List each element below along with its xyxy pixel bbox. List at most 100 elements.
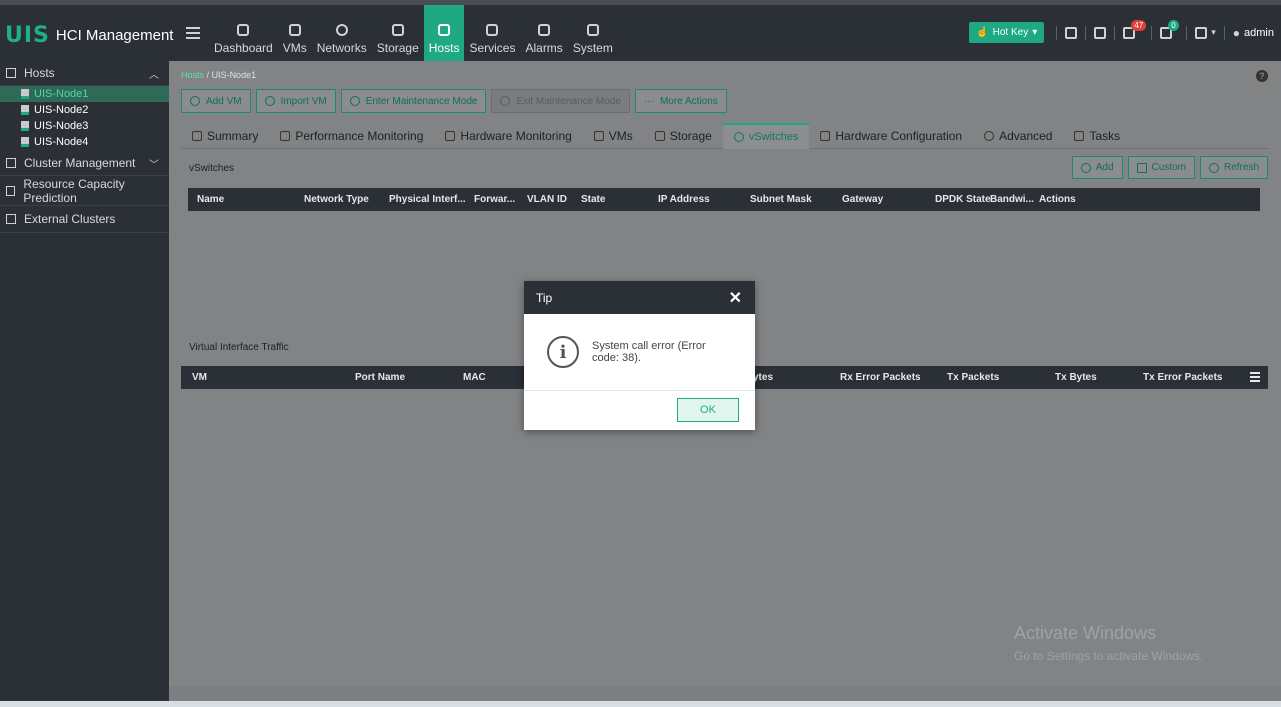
button-label: Add VM [206, 95, 242, 107]
column-header[interactable]: VM [192, 372, 207, 383]
chart-icon [6, 185, 16, 196]
caret-down-icon[interactable]: ▾ [1211, 27, 1216, 38]
import-vm-button[interactable]: Import VM [255, 89, 336, 113]
column-header[interactable]: State [581, 194, 605, 205]
refresh-button[interactable]: Refresh [1199, 156, 1268, 179]
column-header[interactable]: Subnet Mask [750, 194, 812, 205]
column-header[interactable]: Actions [1039, 194, 1076, 205]
import-icon [264, 96, 275, 106]
fullscreen-icon[interactable] [1065, 26, 1078, 39]
sidebar-node-3[interactable]: UIS-Node3 [0, 118, 169, 134]
node-label: UIS-Node2 [34, 104, 89, 116]
bell-icon[interactable]: 47 [1123, 19, 1147, 39]
tab-advanced[interactable]: Advanced [973, 123, 1063, 149]
help-icon[interactable]: ? [1256, 70, 1268, 82]
vm-icon [593, 131, 604, 141]
more-icon: ··· [643, 95, 654, 107]
menu-toggle-icon[interactable] [186, 27, 200, 39]
ok-button[interactable]: OK [677, 398, 739, 422]
hosts-icon [6, 68, 16, 78]
tab-label: VMs [608, 129, 633, 143]
divider [1114, 25, 1116, 40]
tab-vswitches[interactable]: vSwitches [722, 123, 810, 149]
column-header[interactable]: Rx Error Packets [840, 372, 921, 383]
sidebar-node-2[interactable]: UIS-Node2 [0, 102, 169, 118]
nav-services[interactable]: Services [464, 5, 520, 61]
sidebar-item-label: Hosts [24, 66, 55, 80]
sidebar-item-capacity[interactable]: Resource Capacity Prediction [0, 176, 169, 206]
nav-label: Networks [316, 41, 367, 55]
tab-hardware-monitoring[interactable]: Hardware Monitoring [434, 123, 582, 149]
taskbar-strip [0, 701, 1281, 707]
tasks-icon[interactable]: 0 [1160, 19, 1179, 39]
chevron-up-icon: ︿ [149, 69, 159, 81]
hotkey-button[interactable]: ☝ Hot Key ▾ [969, 22, 1045, 43]
column-header[interactable]: Port Name [355, 372, 405, 383]
nav-hosts[interactable]: Hosts [423, 5, 465, 67]
tab-label: Hardware Configuration [835, 129, 963, 143]
tab-hardware-configuration[interactable]: Hardware Configuration [809, 123, 973, 149]
monitor-icon [280, 131, 291, 141]
top-right-tools: ☝ Hot Key ▾ 47 0 ▾ ● admin [969, 19, 1274, 43]
column-header[interactable]: Gateway [842, 194, 883, 205]
dialog-title: Tip [536, 290, 553, 305]
shirt-icon[interactable] [1094, 26, 1107, 39]
plus-circle-icon [190, 96, 200, 106]
add-button[interactable]: Add [1071, 156, 1123, 179]
breadcrumb-root[interactable]: Hosts [181, 70, 204, 80]
tab-vms[interactable]: VMs [583, 123, 644, 149]
node-label: UIS-Node4 [34, 136, 89, 148]
alarm-count-badge: 47 [1131, 19, 1147, 31]
nav-system[interactable]: System [568, 5, 618, 61]
nav-storage[interactable]: Storage [372, 5, 424, 61]
column-header[interactable]: Network Type [304, 194, 369, 205]
exit-maintenance-button[interactable]: Exit Maintenance Mode [491, 89, 630, 113]
nav-alarms[interactable]: Alarms [520, 5, 567, 61]
sidebar-node-4[interactable]: UIS-Node4 [0, 134, 169, 150]
column-header[interactable]: Name [197, 194, 224, 205]
column-header[interactable]: DPDK State [935, 194, 991, 205]
custom-icon [1136, 162, 1147, 173]
services-icon [486, 24, 499, 36]
column-header[interactable]: Bandwi... [990, 194, 1034, 205]
dialog-body: i System call error (Error code: 38). [524, 314, 755, 391]
more-actions-button[interactable]: ··· More Actions [634, 89, 727, 113]
tab-storage[interactable]: Storage [644, 123, 723, 149]
column-header[interactable]: IP Address [658, 194, 710, 205]
sidebar-node-1[interactable]: UIS-Node1 [0, 86, 169, 102]
brand[interactable]: UIS HCI Management [5, 23, 173, 48]
add-vm-button[interactable]: Add VM [181, 89, 251, 113]
nav-vms[interactable]: VMs [278, 5, 312, 61]
exit-icon [500, 96, 511, 106]
advanced-icon [984, 131, 995, 141]
tab-performance[interactable]: Performance Monitoring [269, 123, 434, 149]
host-toolbar: Add VM Import VM Enter Maintenance Mode … [181, 89, 727, 113]
nav-networks[interactable]: Networks [312, 5, 372, 61]
user-icon: ● [1232, 25, 1241, 40]
column-header[interactable]: Tx Bytes [1055, 372, 1097, 383]
custom-button[interactable]: Custom [1127, 156, 1195, 179]
sidebar-item-external[interactable]: External Clusters [0, 206, 169, 233]
tab-summary[interactable]: Summary [181, 123, 269, 149]
column-header[interactable]: MAC [463, 372, 486, 383]
server-icon [21, 105, 29, 115]
column-header[interactable]: Tx Packets [947, 372, 999, 383]
column-header[interactable]: VLAN ID [527, 194, 567, 205]
sidebar-item-hosts[interactable]: Hosts ︿ [0, 61, 169, 86]
close-icon[interactable]: ✕ [729, 288, 742, 308]
tab-tasks[interactable]: Tasks [1063, 123, 1131, 149]
user-name[interactable]: admin [1244, 27, 1274, 39]
sidebar-item-cluster[interactable]: Cluster Management ﹀ [0, 151, 169, 176]
nav-dashboard[interactable]: Dashboard [209, 5, 278, 61]
screen-icon[interactable] [1195, 26, 1208, 39]
sidebar-item-label: Cluster Management [24, 156, 136, 170]
column-header[interactable]: Tx Error Packets [1143, 372, 1223, 383]
enter-maintenance-button[interactable]: Enter Maintenance Mode [340, 89, 487, 113]
sidebar-item-label: Resource Capacity Prediction [23, 176, 125, 205]
column-header[interactable]: ytes [753, 372, 773, 383]
column-menu-icon[interactable] [1250, 372, 1260, 384]
column-header[interactable]: Forwar... [474, 194, 515, 205]
button-label: Enter Maintenance Mode [365, 95, 478, 107]
column-header[interactable]: Physical Interf... [389, 194, 466, 205]
tasks-icon [1074, 131, 1085, 141]
